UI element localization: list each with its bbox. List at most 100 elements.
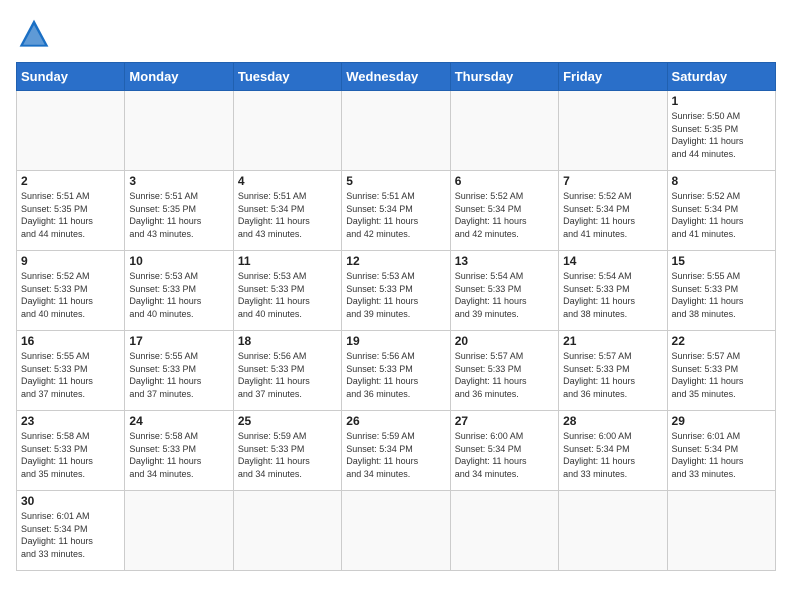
day-info: Sunrise: 5:52 AM Sunset: 5:34 PM Dayligh…	[455, 190, 554, 240]
day-info: Sunrise: 5:56 AM Sunset: 5:33 PM Dayligh…	[346, 350, 445, 400]
calendar-cell: 30Sunrise: 6:01 AM Sunset: 5:34 PM Dayli…	[17, 491, 125, 571]
calendar-cell: 16Sunrise: 5:55 AM Sunset: 5:33 PM Dayli…	[17, 331, 125, 411]
day-number: 17	[129, 334, 228, 348]
weekday-header-sunday: Sunday	[17, 63, 125, 91]
day-info: Sunrise: 5:51 AM Sunset: 5:34 PM Dayligh…	[346, 190, 445, 240]
calendar-cell	[125, 91, 233, 171]
weekday-header-row: SundayMondayTuesdayWednesdayThursdayFrid…	[17, 63, 776, 91]
day-number: 26	[346, 414, 445, 428]
day-number: 8	[672, 174, 771, 188]
weekday-header-monday: Monday	[125, 63, 233, 91]
calendar-cell	[450, 91, 558, 171]
day-info: Sunrise: 5:50 AM Sunset: 5:35 PM Dayligh…	[672, 110, 771, 160]
day-number: 18	[238, 334, 337, 348]
day-info: Sunrise: 5:52 AM Sunset: 5:34 PM Dayligh…	[672, 190, 771, 240]
calendar-table: SundayMondayTuesdayWednesdayThursdayFrid…	[16, 62, 776, 571]
calendar-cell: 1 Sunrise: 5:50 AM Sunset: 5:35 PM Daylig…	[667, 91, 775, 171]
day-number: 11	[238, 254, 337, 268]
weekday-header-saturday: Saturday	[667, 63, 775, 91]
day-info: Sunrise: 5:59 AM Sunset: 5:33 PM Dayligh…	[238, 430, 337, 480]
day-number: 30	[21, 494, 120, 508]
day-number: 25	[238, 414, 337, 428]
weekday-header-wednesday: Wednesday	[342, 63, 450, 91]
day-number: 10	[129, 254, 228, 268]
day-info: Sunrise: 5:56 AM Sunset: 5:33 PM Dayligh…	[238, 350, 337, 400]
calendar-cell	[559, 91, 667, 171]
calendar-body: 1 Sunrise: 5:50 AM Sunset: 5:35 PM Daylig…	[17, 91, 776, 571]
calendar-row: 1 Sunrise: 5:50 AM Sunset: 5:35 PM Daylig…	[17, 91, 776, 171]
day-number: 12	[346, 254, 445, 268]
day-number: 22	[672, 334, 771, 348]
day-info: Sunrise: 5:53 AM Sunset: 5:33 PM Dayligh…	[238, 270, 337, 320]
weekday-header-friday: Friday	[559, 63, 667, 91]
calendar-cell: 2Sunrise: 5:51 AM Sunset: 5:35 PM Daylig…	[17, 171, 125, 251]
day-number: 1	[672, 94, 771, 108]
day-number: 14	[563, 254, 662, 268]
calendar-cell	[125, 491, 233, 571]
day-number: 29	[672, 414, 771, 428]
calendar-cell: 28Sunrise: 6:00 AM Sunset: 5:34 PM Dayli…	[559, 411, 667, 491]
calendar-cell: 15Sunrise: 5:55 AM Sunset: 5:33 PM Dayli…	[667, 251, 775, 331]
calendar-cell: 25 Sunrise: 5:59 AM Sunset: 5:33 PM Dayli…	[233, 411, 341, 491]
calendar-cell: 3 Sunrise: 5:51 AM Sunset: 5:35 PM Daylig…	[125, 171, 233, 251]
day-info: Sunrise: 5:59 AM Sunset: 5:34 PM Dayligh…	[346, 430, 445, 480]
day-info: Sunrise: 5:57 AM Sunset: 5:33 PM Dayligh…	[672, 350, 771, 400]
day-number: 24	[129, 414, 228, 428]
day-number: 6	[455, 174, 554, 188]
calendar-cell: 29 Sunrise: 6:01 AM Sunset: 5:34 PM Dayli…	[667, 411, 775, 491]
day-info: Sunrise: 5:55 AM Sunset: 5:33 PM Dayligh…	[21, 350, 120, 400]
calendar-row: 30Sunrise: 6:01 AM Sunset: 5:34 PM Dayli…	[17, 491, 776, 571]
calendar-cell: 20 Sunrise: 5:57 AM Sunset: 5:33 PM Dayli…	[450, 331, 558, 411]
day-number: 15	[672, 254, 771, 268]
calendar-cell	[233, 91, 341, 171]
calendar-cell: 8 Sunrise: 5:52 AM Sunset: 5:34 PM Daylig…	[667, 171, 775, 251]
day-number: 2	[21, 174, 120, 188]
calendar-cell: 23 Sunrise: 5:58 AM Sunset: 5:33 PM Dayli…	[17, 411, 125, 491]
calendar-cell: 26 Sunrise: 5:59 AM Sunset: 5:34 PM Dayli…	[342, 411, 450, 491]
calendar-cell: 22 Sunrise: 5:57 AM Sunset: 5:33 PM Dayli…	[667, 331, 775, 411]
logo-icon	[16, 16, 52, 52]
calendar-row: 9 Sunrise: 5:52 AM Sunset: 5:33 PM Daylig…	[17, 251, 776, 331]
calendar-cell: 9 Sunrise: 5:52 AM Sunset: 5:33 PM Daylig…	[17, 251, 125, 331]
day-number: 3	[129, 174, 228, 188]
day-number: 13	[455, 254, 554, 268]
calendar-cell: 21Sunrise: 5:57 AM Sunset: 5:33 PM Dayli…	[559, 331, 667, 411]
day-info: Sunrise: 6:01 AM Sunset: 5:34 PM Dayligh…	[672, 430, 771, 480]
day-number: 5	[346, 174, 445, 188]
day-info: Sunrise: 5:58 AM Sunset: 5:33 PM Dayligh…	[21, 430, 120, 480]
calendar-cell: 24Sunrise: 5:58 AM Sunset: 5:33 PM Dayli…	[125, 411, 233, 491]
day-number: 9	[21, 254, 120, 268]
day-number: 23	[21, 414, 120, 428]
day-info: Sunrise: 5:55 AM Sunset: 5:33 PM Dayligh…	[129, 350, 228, 400]
day-number: 19	[346, 334, 445, 348]
calendar-cell	[667, 491, 775, 571]
calendar-cell: 19 Sunrise: 5:56 AM Sunset: 5:33 PM Dayli…	[342, 331, 450, 411]
day-number: 20	[455, 334, 554, 348]
weekday-header-tuesday: Tuesday	[233, 63, 341, 91]
day-info: Sunrise: 5:51 AM Sunset: 5:34 PM Dayligh…	[238, 190, 337, 240]
calendar-cell	[233, 491, 341, 571]
day-info: Sunrise: 5:57 AM Sunset: 5:33 PM Dayligh…	[563, 350, 662, 400]
page-header	[16, 16, 776, 52]
calendar-cell: 12Sunrise: 5:53 AM Sunset: 5:33 PM Dayli…	[342, 251, 450, 331]
day-info: Sunrise: 5:54 AM Sunset: 5:33 PM Dayligh…	[455, 270, 554, 320]
calendar-cell: 5 Sunrise: 5:51 AM Sunset: 5:34 PM Daylig…	[342, 171, 450, 251]
calendar-row: 16Sunrise: 5:55 AM Sunset: 5:33 PM Dayli…	[17, 331, 776, 411]
calendar-cell: 4 Sunrise: 5:51 AM Sunset: 5:34 PM Daylig…	[233, 171, 341, 251]
calendar-row: 2 Sunrise: 5:51 AM Sunset: 5:35 PM Daylig…	[17, 171, 776, 251]
day-number: 28	[563, 414, 662, 428]
calendar-cell: 10Sunrise: 5:53 AM Sunset: 5:33 PM Dayli…	[125, 251, 233, 331]
day-info: Sunrise: 5:54 AM Sunset: 5:33 PM Dayligh…	[563, 270, 662, 320]
day-number: 4	[238, 174, 337, 188]
calendar-cell	[450, 491, 558, 571]
calendar-cell: 11 Sunrise: 5:53 AM Sunset: 5:33 PM Dayli…	[233, 251, 341, 331]
calendar-cell: 18 Sunrise: 5:56 AM Sunset: 5:33 PM Dayli…	[233, 331, 341, 411]
day-info: Sunrise: 5:51 AM Sunset: 5:35 PM Dayligh…	[129, 190, 228, 240]
day-number: 7	[563, 174, 662, 188]
calendar-cell: 27Sunrise: 6:00 AM Sunset: 5:34 PM Dayli…	[450, 411, 558, 491]
weekday-header-thursday: Thursday	[450, 63, 558, 91]
day-info: Sunrise: 5:52 AM Sunset: 5:33 PM Dayligh…	[21, 270, 120, 320]
calendar-cell	[342, 91, 450, 171]
day-info: Sunrise: 5:57 AM Sunset: 5:33 PM Dayligh…	[455, 350, 554, 400]
calendar-cell: 13 Sunrise: 5:54 AM Sunset: 5:33 PM Dayli…	[450, 251, 558, 331]
